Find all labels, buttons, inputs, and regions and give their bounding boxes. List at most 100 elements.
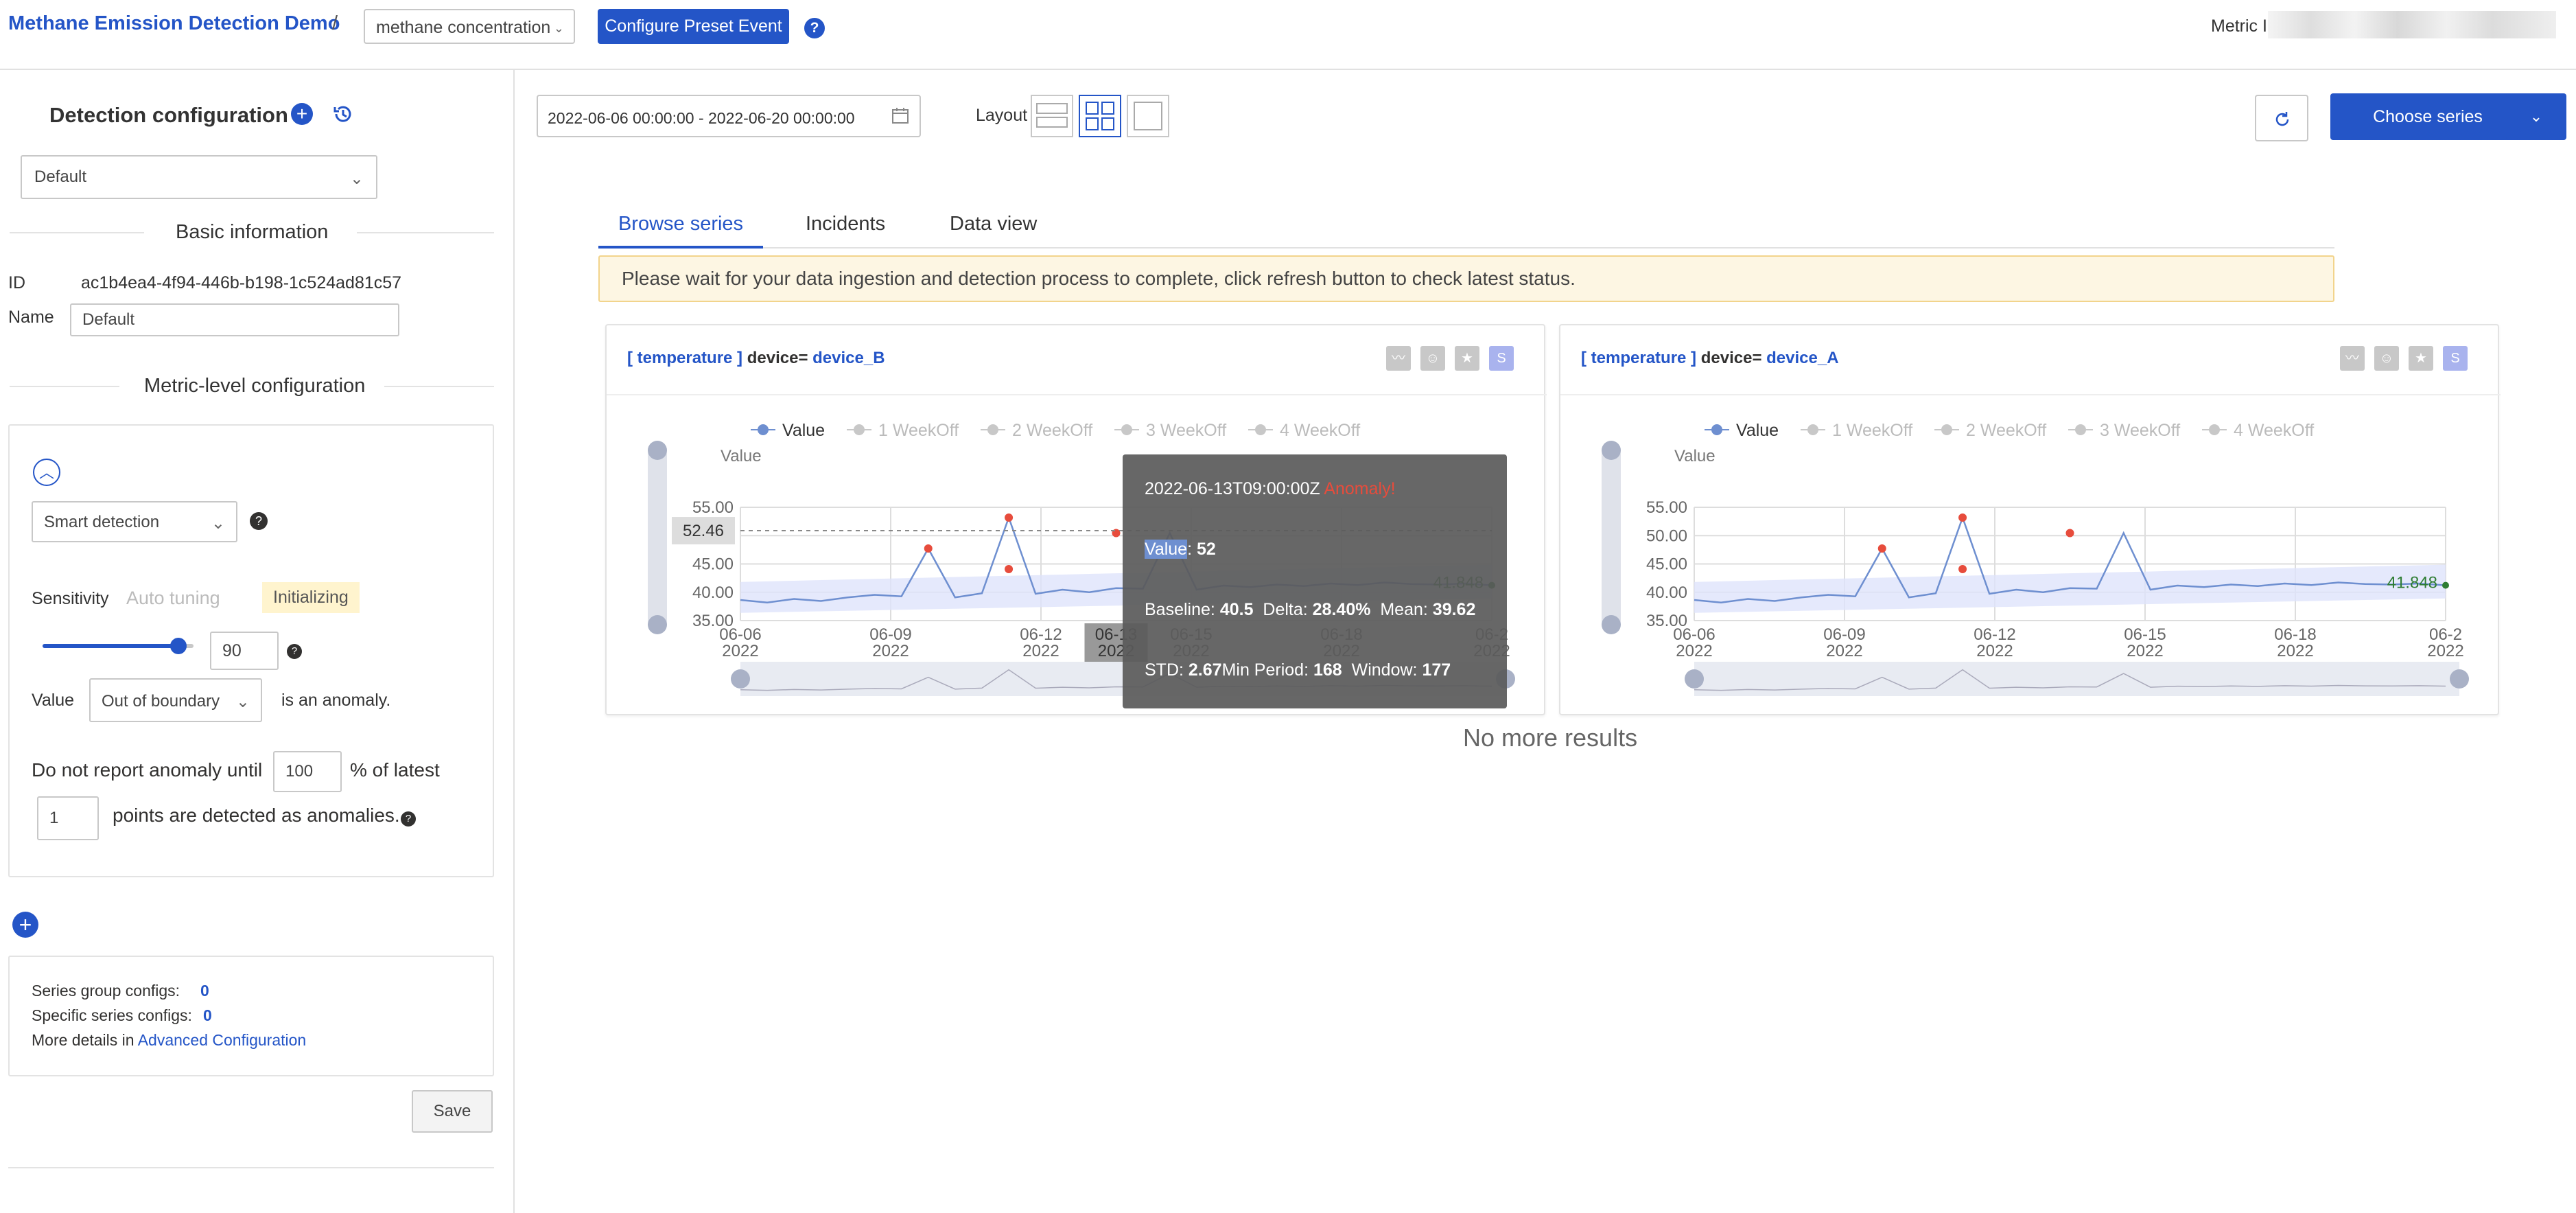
series-card: [ temperature ] device= device_B 〰 ☺ ★ S… (605, 324, 1547, 715)
slider-thumb[interactable] (170, 638, 187, 654)
x-tick-label: 06-12 (1974, 625, 2015, 644)
range-handle[interactable] (2450, 669, 2469, 689)
legend-marker (854, 424, 865, 435)
legend-item-label[interactable]: 4 WeekOff (1280, 421, 1360, 440)
boundary-select[interactable]: Out of boundary ⌄ (89, 678, 262, 722)
subscribe-icon[interactable]: S (2443, 346, 2468, 371)
layout-rows-option[interactable] (1031, 95, 1073, 137)
x-tick-label: 06-15 (2124, 625, 2166, 644)
range-handle[interactable] (1685, 669, 1704, 689)
date-range-picker[interactable]: 2022-06-06 00:00:00 - 2022-06-20 00:00:0… (537, 95, 921, 137)
legend-item-label[interactable]: 1 WeekOff (1832, 421, 1912, 440)
config-summary-card: Series group configs: 0 Specific series … (8, 956, 494, 1076)
chart-tooltip: 2022-06-13T09:00:00Z Anomaly! Value: 52 … (1123, 454, 1507, 708)
tab-incidents[interactable]: Incidents (806, 213, 885, 235)
refresh-icon (2275, 112, 2289, 126)
layout-label: Layout (976, 106, 1028, 125)
x-tick-year: 2022 (2127, 642, 2163, 660)
legend-item-label[interactable]: 1 WeekOff (878, 421, 959, 440)
star-icon[interactable]: ★ (1455, 346, 1479, 371)
metric-id-value-redacted (2268, 11, 2556, 38)
name-field[interactable] (70, 303, 399, 336)
configure-preset-event-button[interactable]: Configure Preset Event (598, 9, 789, 44)
detection-method-value: Smart detection (44, 513, 160, 531)
dimension-key: device= (1700, 349, 1762, 367)
x-tick-label: 06-06 (719, 625, 761, 644)
min-period-label: Min Period: (1221, 660, 1309, 680)
legend-item-label[interactable]: 2 WeekOff (1966, 421, 2046, 440)
anomaly-point (1958, 565, 1967, 573)
app-title[interactable]: Methane Emission Detection Demo (8, 12, 340, 35)
sensitivity-slider[interactable] (43, 638, 194, 654)
help-icon[interactable]: ? (250, 512, 268, 530)
help-icon[interactable]: ? (804, 18, 825, 38)
choose-series-button[interactable]: Choose series (2330, 93, 2525, 140)
chart-icon[interactable]: 〰 (1386, 346, 1411, 371)
user-icon[interactable]: ☺ (2374, 346, 2399, 371)
series-group-value[interactable]: 0 (200, 982, 209, 1000)
specific-series-value[interactable]: 0 (203, 1006, 212, 1025)
x-tick-year: 2022 (1826, 642, 1862, 660)
chevron-down-icon: ⌄ (349, 170, 364, 188)
collapse-icon[interactable]: ︿ (33, 459, 60, 486)
add-config-icon[interactable]: + (291, 103, 313, 125)
legend-item-label[interactable]: 3 WeekOff (2100, 421, 2180, 440)
user-icon[interactable]: ☺ (1420, 346, 1445, 371)
legend-item-label[interactable]: Value (782, 421, 825, 440)
add-series-config-icon[interactable]: + (12, 912, 38, 938)
tabs-divider (598, 247, 2334, 249)
range-handle[interactable] (1602, 615, 1621, 634)
legend-marker (1121, 424, 1132, 435)
points-input[interactable] (37, 796, 99, 840)
crosshair-y-label: 52.46 (683, 522, 724, 540)
x-tick-label: 06-06 (1673, 625, 1715, 644)
range-handle[interactable] (648, 615, 667, 634)
history-icon[interactable] (331, 102, 355, 130)
sensitivity-input[interactable] (210, 632, 279, 670)
config-select[interactable]: Default ⌄ (21, 155, 377, 199)
series-title[interactable]: [ temperature ] device= device_A (1581, 349, 1839, 368)
range-handle[interactable] (648, 441, 667, 460)
legend-item-label[interactable]: 4 WeekOff (2234, 421, 2314, 440)
refresh-button[interactable] (2255, 95, 2308, 141)
legend-item-label[interactable]: Value (1736, 421, 1779, 440)
range-handle[interactable] (731, 669, 750, 689)
advanced-config-link[interactable]: Advanced Configuration (138, 1031, 307, 1049)
save-button[interactable]: Save (412, 1090, 493, 1133)
series-metric: [ temperature ] (1581, 349, 1697, 367)
std-label: STD: (1145, 660, 1184, 680)
legend-marker (1255, 424, 1266, 435)
percent-input[interactable] (273, 751, 342, 792)
delta-value: 28.40% (1312, 600, 1371, 619)
tab-browse-series[interactable]: Browse series (598, 213, 763, 249)
legend-item-label[interactable]: 3 WeekOff (1146, 421, 1226, 440)
help-icon[interactable]: ? (287, 644, 302, 659)
subscribe-icon[interactable]: S (1489, 346, 1514, 371)
y-tick-label: 40.00 (692, 584, 734, 602)
detection-method-select[interactable]: Smart detection ⌄ (32, 501, 237, 542)
top-bar: Methane Emission Detection Demo / methan… (0, 0, 2576, 70)
tooltip-stats-line2: STD: 2.67Min Period: 168 Window: 177 (1145, 660, 1451, 680)
auto-tuning-tab[interactable]: Auto tuning (126, 588, 220, 609)
series-title[interactable]: [ temperature ] device= device_B (627, 349, 885, 368)
date-range-value: 2022-06-06 00:00:00 - 2022-06-20 00:00:0… (548, 109, 855, 127)
tab-data-view[interactable]: Data view (950, 213, 1037, 235)
range-handle[interactable] (1602, 441, 1621, 460)
x-tick-year: 2022 (1676, 642, 1712, 660)
anomaly-point (924, 544, 933, 553)
legend-marker (758, 424, 769, 435)
y-tick-label: 55.00 (692, 498, 734, 517)
no-more-results: No more results (1463, 724, 1638, 752)
chevron-down-icon: ⌄ (235, 693, 250, 711)
card-divider (1560, 394, 2501, 395)
layout-grid-option[interactable] (1079, 95, 1121, 137)
legend-marker (2075, 424, 2086, 435)
chart-icon[interactable]: 〰 (2340, 346, 2365, 371)
metric-selector[interactable]: methane concentration ⌄ (364, 9, 575, 44)
star-icon[interactable]: ★ (2409, 346, 2433, 371)
series-chart[interactable]: Value 1 WeekOff 2 WeekOff 3 WeekOff 4 WeekOf… (1560, 401, 2501, 703)
more-options-button[interactable]: ⌄ (2506, 93, 2566, 140)
layout-single-option[interactable] (1127, 95, 1169, 137)
help-icon[interactable]: ? (401, 811, 416, 827)
legend-item-label[interactable]: 2 WeekOff (1012, 421, 1092, 440)
